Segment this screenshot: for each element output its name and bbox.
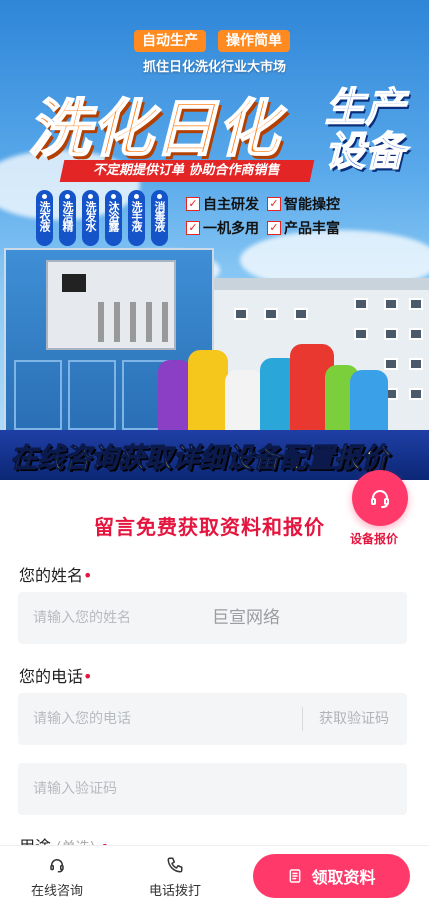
check-icon: ✓ bbox=[267, 197, 281, 211]
feature-list: ✓ 自主研发 ✓ 智能操控 ✓ 一机多用 ✓ 产品丰富 bbox=[186, 194, 340, 238]
capsule-item: 沐浴露 bbox=[105, 190, 122, 246]
headset-icon bbox=[371, 490, 389, 508]
get-materials-label: 领取资料 bbox=[311, 868, 376, 887]
feature-item: ✓ 智能操控 bbox=[267, 194, 340, 214]
phone-field[interactable]: 获取验证码 bbox=[18, 693, 407, 745]
hero-cta-strip: 在线咨询获取详细设备配置报价 bbox=[0, 430, 429, 480]
capsule-item: 洗手液 bbox=[128, 190, 145, 246]
product-bottles-image bbox=[150, 330, 390, 440]
bottom-action-bar: 在线咨询 电话拨打 领取资料 bbox=[0, 845, 429, 907]
required-mark: • bbox=[83, 566, 93, 585]
tag-easy-operation: 操作简单 bbox=[218, 30, 290, 52]
check-icon: ✓ bbox=[186, 221, 200, 235]
product-capsules: 洗衣液 洗洁精 洗发水 沐浴露 洗手液 消毒液 bbox=[36, 190, 168, 246]
feature-item: ✓ 自主研发 bbox=[186, 194, 259, 214]
phone-label: 您的电话• bbox=[19, 667, 93, 686]
phone-call-label: 电话拨打 bbox=[148, 884, 201, 899]
code-field[interactable] bbox=[18, 763, 407, 815]
hero-title-right: 生产设备 bbox=[324, 85, 406, 175]
document-icon bbox=[290, 869, 301, 883]
get-materials-button[interactable]: 领取资料 bbox=[253, 854, 410, 898]
hero-banner: 自动生产 操作简单 抓住日化洗化行业大市场 洗化日化 生产设备 不定期提供订单 … bbox=[0, 0, 429, 480]
capsule-item: 消毒液 bbox=[151, 190, 168, 246]
check-icon: ✓ bbox=[186, 197, 200, 211]
verification-code-input[interactable] bbox=[33, 763, 283, 815]
hero-red-strip: 不定期提供订单 协助合作商销售 bbox=[59, 160, 315, 182]
name-label: 您的姓名• bbox=[19, 566, 93, 585]
tag-auto-production: 自动生产 bbox=[134, 30, 206, 52]
hero-title: 洗化日化 bbox=[27, 91, 281, 166]
get-code-button[interactable]: 获取验证码 bbox=[302, 707, 389, 731]
online-consult-button[interactable]: 在线咨询 bbox=[12, 854, 102, 899]
form-title: 留言免费获取资料和报价 bbox=[94, 515, 325, 539]
online-consult-label: 在线咨询 bbox=[30, 884, 83, 899]
headset-icon bbox=[50, 859, 64, 873]
phone-input[interactable] bbox=[33, 693, 283, 745]
hero-cta-text: 在线咨询获取详细设备配置报价 bbox=[10, 443, 389, 475]
phone-call-button[interactable]: 电话拨打 bbox=[130, 854, 220, 899]
capsule-item: 洗洁精 bbox=[59, 190, 76, 246]
capsule-item: 洗衣液 bbox=[36, 190, 53, 246]
required-mark: • bbox=[83, 667, 93, 686]
name-field[interactable]: 巨宣网络 bbox=[18, 592, 407, 644]
hero-subtitle: 抓住日化洗化行业大市场 bbox=[142, 60, 286, 75]
phone-icon bbox=[167, 857, 183, 873]
feature-item: ✓ 产品丰富 bbox=[267, 218, 340, 238]
check-icon: ✓ bbox=[267, 221, 281, 235]
feature-item: ✓ 一机多用 bbox=[186, 218, 259, 238]
watermark-text: 巨宣网络 bbox=[212, 608, 280, 628]
capsule-item: 洗发水 bbox=[82, 190, 99, 246]
